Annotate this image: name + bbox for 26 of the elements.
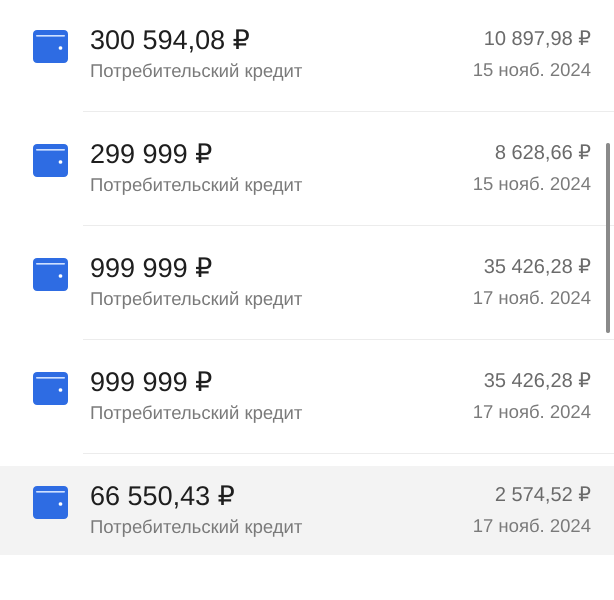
- payment-date: 17 нояб. 2024: [472, 286, 591, 310]
- wallet-icon: [33, 486, 68, 519]
- loan-type: Потребительский кредит: [90, 59, 302, 83]
- payment-date: 15 нояб. 2024: [472, 58, 591, 82]
- loan-amount: 999 999 ₽: [90, 366, 212, 398]
- loan-amount: 66 550,43 ₽: [90, 480, 235, 512]
- loan-type: Потребительский кредит: [90, 173, 302, 197]
- payment-date: 17 нояб. 2024: [472, 400, 591, 424]
- loan-type: Потребительский кредит: [90, 287, 302, 311]
- payment-amount: 10 897,98 ₽: [484, 27, 591, 52]
- payment-amount: 35 426,28 ₽: [484, 255, 591, 280]
- loan-row[interactable]: 66 550,43 ₽ Потребительский кредит 2 574,52 ₽ 17 нояб. 2024: [0, 466, 614, 555]
- wallet-icon: [33, 30, 68, 63]
- loan-type: Потребительский кредит: [90, 401, 302, 425]
- payment-amount: 2 574,52 ₽: [494, 483, 591, 508]
- wallet-icon: [33, 144, 68, 177]
- wallet-icon: [33, 258, 68, 291]
- loan-amount: 299 999 ₽: [90, 138, 212, 170]
- payment-amount: 8 628,66 ₽: [494, 141, 591, 166]
- payment-date: 15 нояб. 2024: [472, 172, 591, 196]
- payment-date: 17 нояб. 2024: [472, 514, 591, 538]
- loan-amount: 999 999 ₽: [90, 252, 212, 284]
- wallet-icon: [33, 372, 68, 405]
- loan-type: Потребительский кредит: [90, 515, 302, 539]
- loan-amount: 300 594,08 ₽: [90, 24, 250, 56]
- payment-amount: 35 426,28 ₽: [484, 369, 591, 394]
